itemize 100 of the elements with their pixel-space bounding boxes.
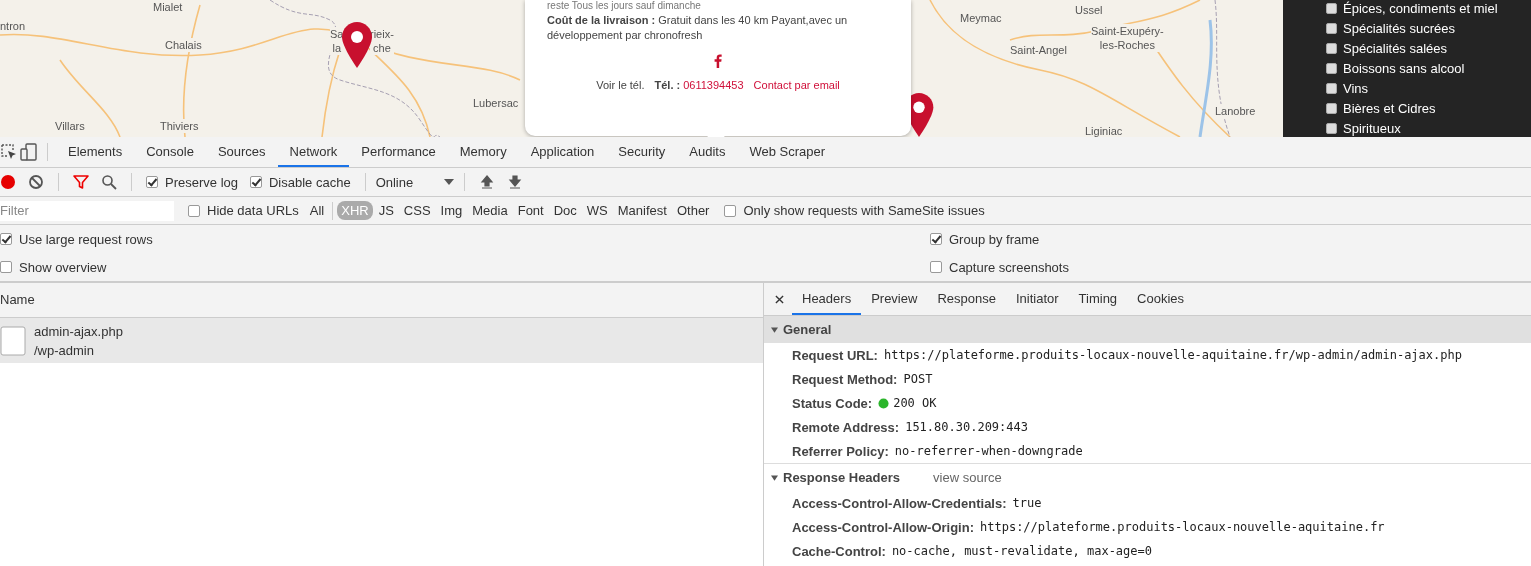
checkbox-label: Only show requests with SameSite issues xyxy=(743,203,985,218)
devtools-tab[interactable]: Console xyxy=(134,137,206,167)
checkbox-label: Disable cache xyxy=(269,174,351,190)
checkbox[interactable] xyxy=(188,204,200,217)
close-icon[interactable] xyxy=(775,294,784,304)
checkbox[interactable] xyxy=(930,261,942,273)
place-label: Meymac xyxy=(960,11,1002,25)
device-toolbar-icon[interactable] xyxy=(20,143,38,161)
detail-tab[interactable]: Response xyxy=(927,283,1006,315)
checkbox-label: Hide data URLs xyxy=(207,203,299,218)
devtools-tab[interactable]: Audits xyxy=(677,137,738,167)
resource-type-filter[interactable]: Media xyxy=(468,201,512,220)
devtools-tab[interactable]: Memory xyxy=(447,137,519,167)
checkbox[interactable] xyxy=(0,233,12,245)
devtools-tab[interactable]: Elements xyxy=(56,137,135,167)
place-label: Ussel xyxy=(1075,3,1103,17)
category-label: Spiritueux xyxy=(1343,120,1401,137)
category-label: Spécialités sucrées xyxy=(1343,20,1455,37)
checkbox[interactable] xyxy=(1326,103,1337,114)
map-pin-icon[interactable] xyxy=(342,22,372,68)
header-name: Cache-Control: xyxy=(792,543,886,559)
column-header[interactable]: Name xyxy=(0,283,763,318)
opening-hours-text: reste Tous les jours sauf dimanche xyxy=(547,0,702,12)
place-label: Liginiac xyxy=(1085,124,1123,137)
place-label: Thiviers xyxy=(160,119,199,133)
facebook-icon[interactable] xyxy=(714,54,722,68)
resource-type-filter[interactable]: Other xyxy=(672,201,714,220)
download-icon[interactable] xyxy=(506,174,523,190)
devtools-tab[interactable]: Network xyxy=(277,137,350,167)
header-name: Remote Address: xyxy=(792,419,900,435)
category-label: Bières et Cidres xyxy=(1343,100,1436,117)
show-phone-link[interactable]: Voir le tél. xyxy=(596,79,645,91)
checkbox-label: Show overview xyxy=(19,259,107,275)
throttling-dropdown[interactable]: Online xyxy=(373,174,456,190)
header-value: https://plateforme.produits-locaux-nouvelle-aquitaine.fr xyxy=(980,520,1385,534)
devtools-tab[interactable]: Application xyxy=(518,137,607,167)
header-name: Request URL: xyxy=(792,347,878,363)
detail-tab[interactable]: Preview xyxy=(861,283,928,315)
checkbox[interactable] xyxy=(1326,123,1337,134)
checkbox-label: Preserve log xyxy=(165,174,238,190)
section-header[interactable]: General xyxy=(764,316,1531,343)
checkbox[interactable] xyxy=(1326,3,1337,14)
header-value: https://plateforme.produits-locaux-nouvelle-aquitaine.fr/wp-admin/admin-ajax.php xyxy=(883,348,1462,362)
resource-type-filter[interactable]: Font xyxy=(513,201,548,220)
clear-icon[interactable] xyxy=(28,174,44,190)
phone-text: Tél. : 0611394453 xyxy=(654,79,744,91)
place-label: ntron xyxy=(0,19,26,33)
record-icon[interactable] xyxy=(0,174,16,190)
detail-tab[interactable]: Cookies xyxy=(1127,283,1195,315)
place-label: Saint-Angel xyxy=(1010,43,1067,57)
checkbox[interactable] xyxy=(250,176,262,188)
detail-tab[interactable]: Initiator xyxy=(1005,283,1069,315)
section-title: Response Headers xyxy=(783,470,901,485)
category-label: Spécialités salées xyxy=(1343,40,1448,57)
checkbox-label: Group by frame xyxy=(949,231,1040,247)
place-label: Mialet xyxy=(153,0,183,14)
resource-type-filter[interactable]: WS xyxy=(582,201,612,220)
devtools-tab[interactable]: Web Scraper xyxy=(737,137,838,167)
header-value: no-referrer-when-downgrade xyxy=(894,444,1083,458)
checkbox[interactable] xyxy=(724,204,737,217)
header-value: true xyxy=(1012,496,1042,510)
detail-tab[interactable]: Timing xyxy=(1068,283,1128,315)
category-label: Vins xyxy=(1343,80,1369,97)
checkbox[interactable] xyxy=(1326,43,1337,54)
checkbox[interactable] xyxy=(1326,63,1337,74)
resource-type-filter[interactable]: CSS xyxy=(399,201,435,220)
section-header[interactable]: Response Headers view source xyxy=(764,464,1531,491)
header-value: 200 OK xyxy=(893,396,937,410)
header-name: Status Code: xyxy=(792,395,873,411)
request-row[interactable]: admin-ajax.php /wp-admin xyxy=(0,318,763,363)
filter-field[interactable]: Filter xyxy=(0,200,174,221)
search-icon[interactable] xyxy=(101,174,117,190)
request-path: /wp-admin xyxy=(34,341,95,360)
resource-type-filter[interactable]: All xyxy=(305,201,329,220)
resource-type-filter[interactable]: Manifest xyxy=(613,201,671,220)
resource-type-filter[interactable]: Img xyxy=(436,201,467,220)
devtools-tab[interactable]: Security xyxy=(606,137,678,167)
checkbox[interactable] xyxy=(146,176,158,188)
upload-icon[interactable] xyxy=(478,174,495,190)
checkbox-label: Capture screenshots xyxy=(949,259,1069,275)
resource-type-filter[interactable]: JS xyxy=(374,201,398,220)
contact-email-link[interactable]: Contact par email xyxy=(753,79,840,91)
resource-type-filter[interactable]: Doc xyxy=(549,201,581,220)
document-icon xyxy=(0,325,26,356)
header-value: POST xyxy=(903,372,933,386)
checkbox[interactable] xyxy=(930,233,942,245)
filter-icon[interactable] xyxy=(73,174,89,190)
devtools-tab[interactable]: Sources xyxy=(205,137,278,167)
inspect-element-icon[interactable] xyxy=(0,143,18,161)
checkbox[interactable] xyxy=(0,261,12,273)
delivery-cost-text: Coût de la livraison : Gratuit dans les 40 km Payant,avec un développement par chronofresh xyxy=(547,13,849,43)
view-source-link[interactable]: view source xyxy=(933,470,1002,485)
header-name: Access-Control-Allow-Credentials: xyxy=(792,495,1007,511)
status-dot-icon xyxy=(878,397,890,409)
category-label: Boissons sans alcool xyxy=(1343,60,1465,77)
checkbox[interactable] xyxy=(1326,83,1337,94)
header-name: Referrer Policy: xyxy=(792,443,889,459)
checkbox[interactable] xyxy=(1326,23,1337,34)
devtools-tab[interactable]: Performance xyxy=(349,137,448,167)
place-label: Lubersac xyxy=(473,96,519,110)
